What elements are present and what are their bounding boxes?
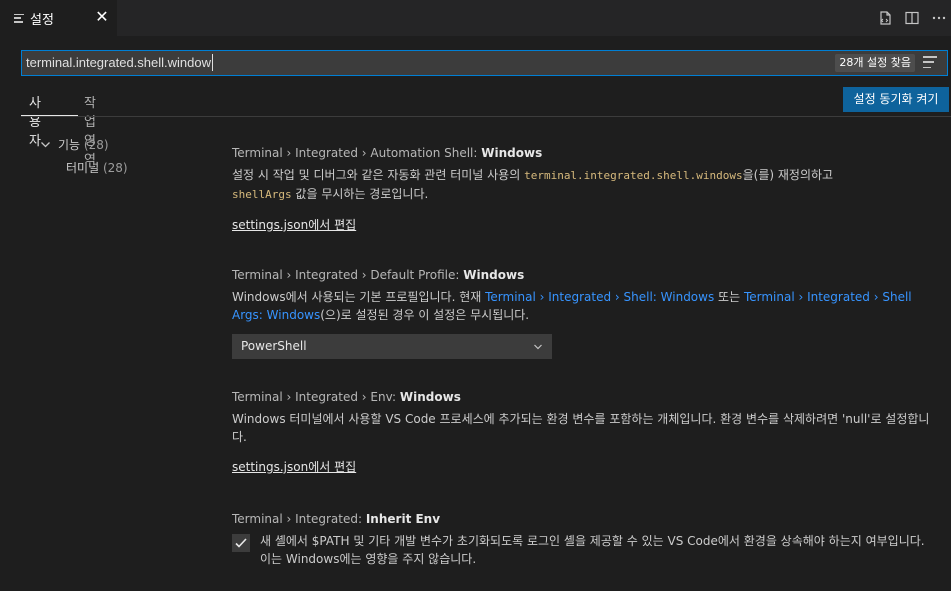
- chevron-down-icon: [41, 142, 50, 148]
- setting-title: Terminal › Integrated › Automation Shell…: [232, 146, 932, 160]
- settings-sync-button[interactable]: 설정 동기화 켜기: [843, 87, 949, 112]
- checkbox-row: 새 셸에서 $PATH 및 기타 개발 변수가 초기화되도록 로그인 셸을 제공…: [232, 532, 932, 568]
- check-icon: [235, 538, 247, 548]
- setting-inherit-env: Terminal › Integrated: Inherit Env 새 셸에서…: [232, 512, 932, 568]
- tab-label: 설정: [30, 12, 54, 28]
- setting-title: Terminal › Integrated › Default Profile:…: [232, 268, 932, 282]
- search-input[interactable]: terminal.integrated.shell.window: [26, 55, 211, 70]
- setting-description: 설정 시 작업 및 디버그와 같은 자동화 관련 터미널 사용의 termina…: [232, 166, 932, 204]
- toc-group-count: (28): [83, 137, 109, 152]
- checkbox-label: 새 셸에서 $PATH 및 기타 개발 변수가 초기화되도록 로그인 셸을 제공…: [260, 534, 925, 566]
- header-divider: [21, 116, 951, 117]
- desc-code: shellArgs: [232, 188, 292, 201]
- setting-description: Windows 터미널에서 사용할 VS Code 프로세스에 추가되는 환경 …: [232, 412, 930, 444]
- tab-settings[interactable]: 설정 ✕: [0, 0, 117, 36]
- chevron-down-icon: [534, 344, 542, 350]
- shell-windows-link[interactable]: Terminal › Integrated › Shell: Windows: [485, 290, 714, 304]
- toc-group-label: 기능: [58, 138, 81, 152]
- desc-text: 값을 무시하는 경로입니다.: [291, 187, 429, 201]
- setting-default-profile-windows: Terminal › Integrated › Default Profile:…: [232, 268, 932, 359]
- edit-in-settings-json-link[interactable]: settings.json에서 편집: [232, 458, 356, 475]
- setting-key: Windows: [481, 146, 543, 160]
- setting-category: Terminal › Integrated:: [232, 512, 366, 526]
- settings-list-icon: [14, 13, 24, 23]
- filter-icon[interactable]: [923, 56, 937, 68]
- desc-text: 설정 시 작업 및 디버그와 같은 자동화 관련 터미널 사용의: [232, 168, 525, 182]
- setting-title: Terminal › Integrated: Inherit Env: [232, 512, 932, 526]
- toc-group-features[interactable]: 기능 (28): [40, 136, 109, 153]
- setting-title: Terminal › Integrated › Env: Windows: [232, 390, 932, 404]
- settings-search-box[interactable]: terminal.integrated.shell.window 28개 설정 …: [21, 50, 948, 76]
- setting-key: Windows: [399, 390, 461, 404]
- tab-workspace[interactable]: 작업 영역: [84, 92, 96, 168]
- result-count-badge: 28개 설정 찾음: [835, 54, 915, 72]
- edit-in-settings-json-link[interactable]: settings.json에서 편집: [232, 216, 356, 233]
- setting-key: Inherit Env: [365, 512, 441, 526]
- desc-text: 또는: [714, 290, 744, 304]
- editor-actions: [870, 0, 951, 36]
- desc-code: terminal.integrated.shell.windows: [524, 169, 743, 182]
- desc-text: Windows에서 사용되는 기본 프로필입니다. 현재: [232, 290, 486, 304]
- editor-tab-bar: 설정 ✕: [0, 0, 951, 36]
- split-editor-icon[interactable]: [900, 6, 924, 30]
- open-json-icon[interactable]: [873, 6, 897, 30]
- inherit-env-checkbox[interactable]: [232, 534, 250, 552]
- setting-category: Terminal › Integrated › Automation Shell…: [232, 146, 482, 160]
- text-caret: [212, 54, 213, 71]
- toc-item-terminal[interactable]: 터미널 (28): [66, 159, 128, 176]
- more-actions-icon[interactable]: [927, 6, 951, 30]
- setting-description: Windows에서 사용되는 기본 프로필입니다. 현재 Terminal › …: [232, 288, 932, 324]
- setting-env-windows: Terminal › Integrated › Env: Windows Win…: [232, 390, 932, 475]
- close-icon[interactable]: ✕: [94, 9, 110, 25]
- default-profile-select[interactable]: PowerShell: [232, 334, 552, 359]
- setting-key: Windows: [463, 268, 525, 282]
- select-value: PowerShell: [241, 339, 307, 353]
- desc-text: 을(를) 재정의하고: [742, 168, 834, 182]
- setting-category: Terminal › Integrated › Default Profile:: [232, 268, 464, 282]
- setting-category: Terminal › Integrated › Env:: [232, 390, 400, 404]
- toc-item-count: (28): [102, 161, 128, 175]
- desc-text: (으)로 설정된 경우 이 설정은 무시됩니다.: [320, 308, 530, 322]
- setting-automation-shell-windows: Terminal › Integrated › Automation Shell…: [232, 146, 932, 233]
- toc-item-label: 터미널: [66, 161, 100, 175]
